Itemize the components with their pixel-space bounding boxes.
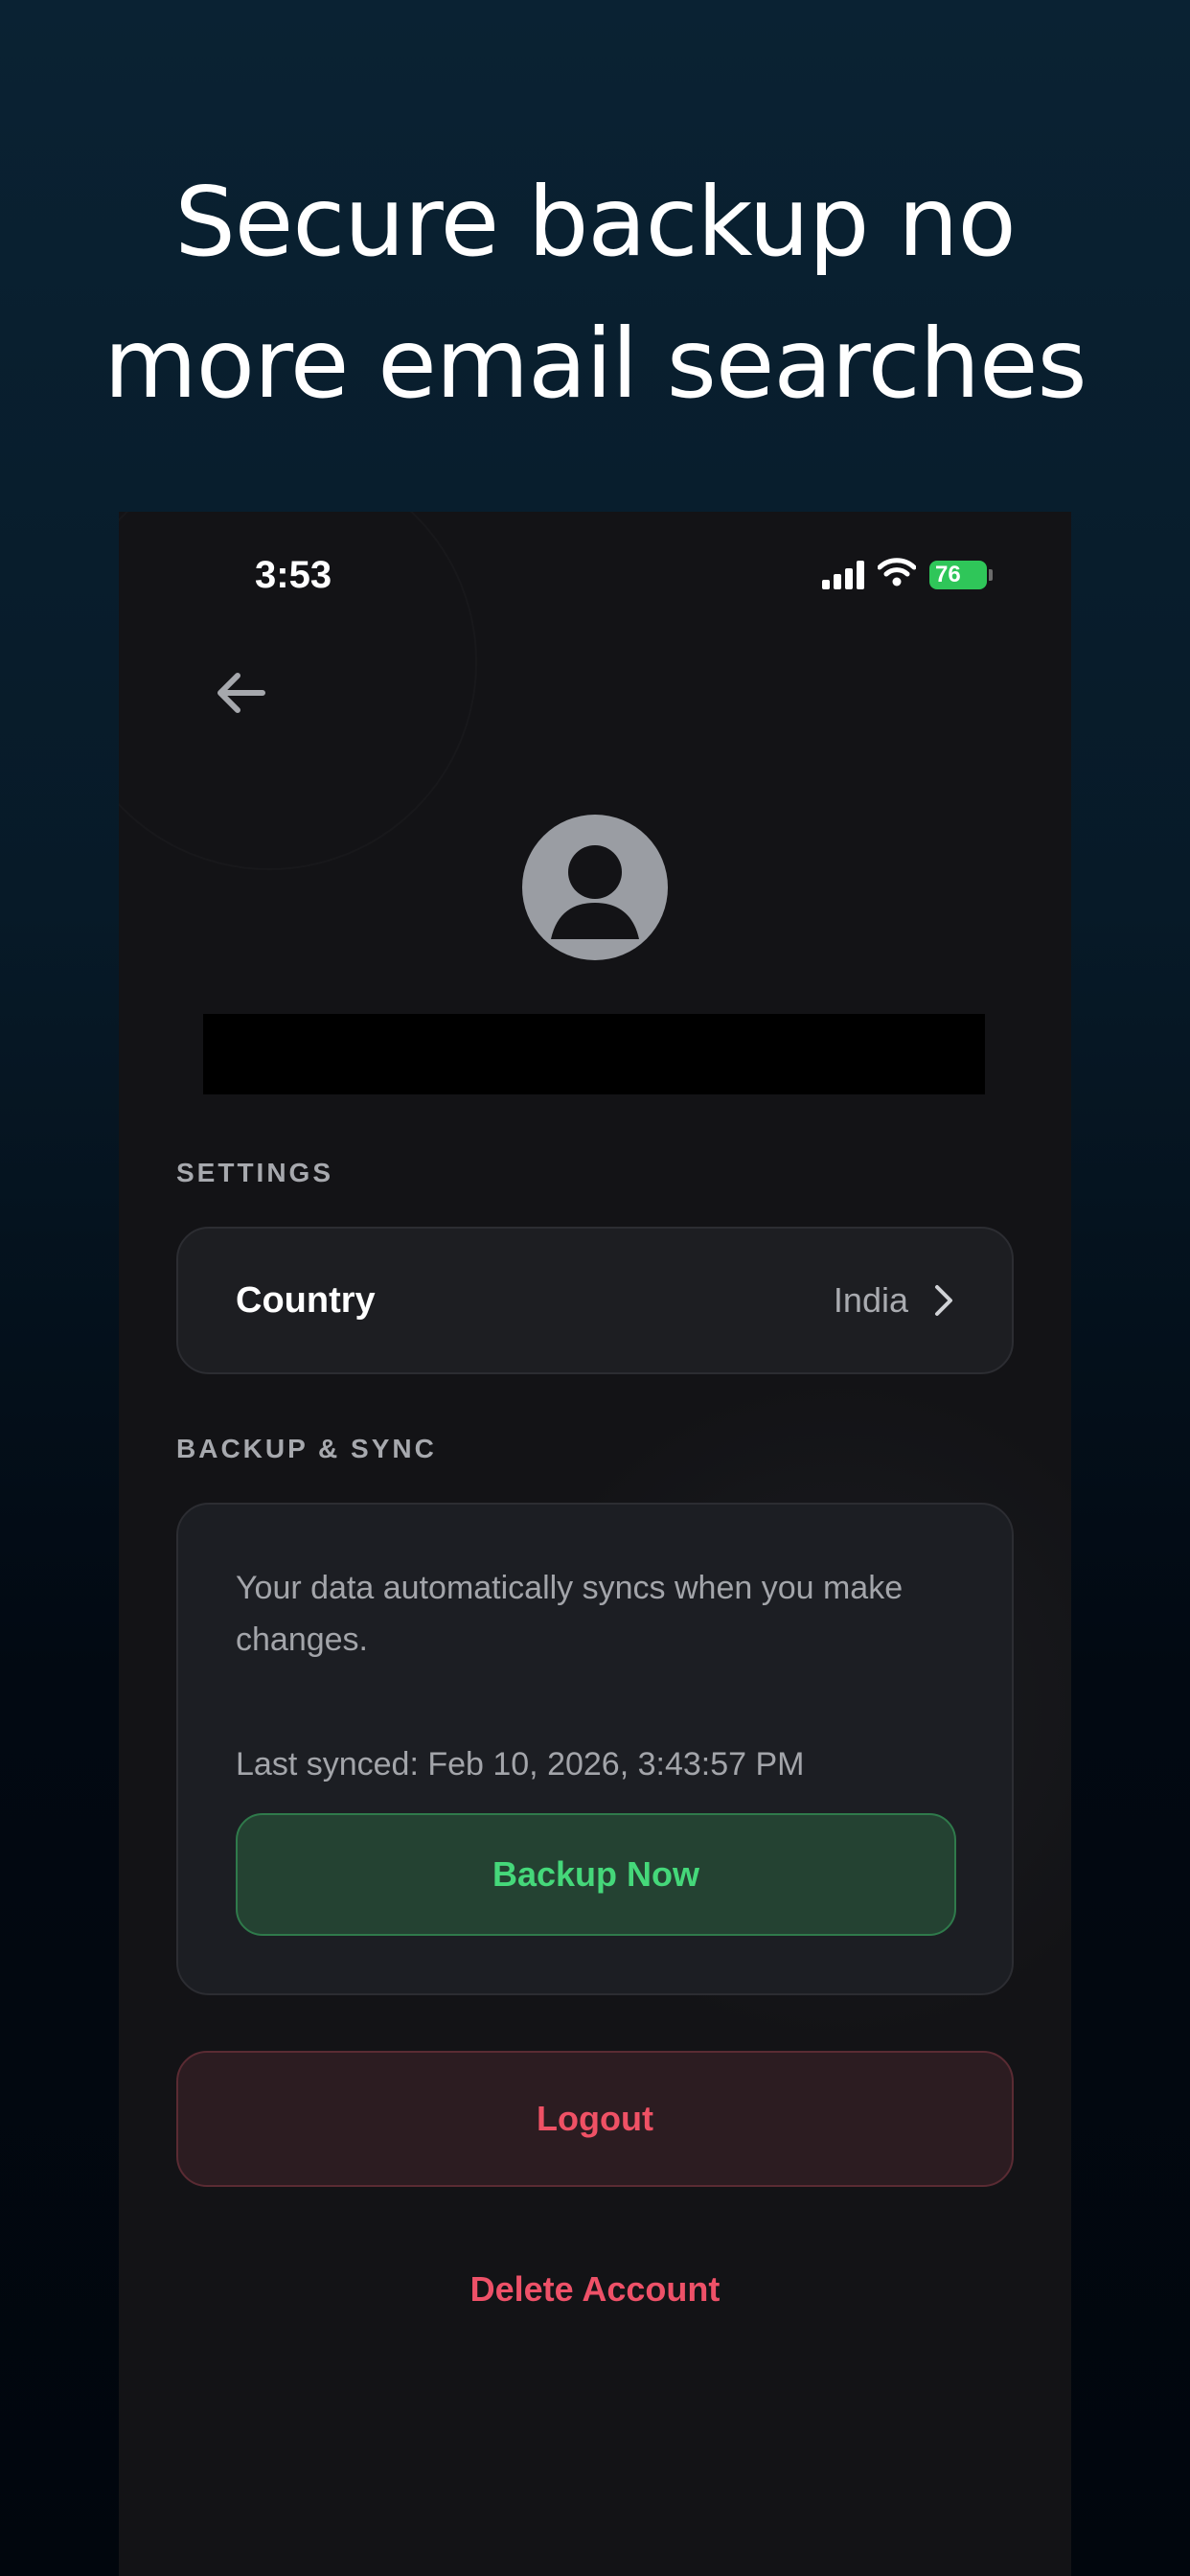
last-synced-text: Last synced: Feb 10, 2026, 3:43:57 PM: [236, 1746, 805, 1782]
signal-icon: [822, 560, 864, 589]
country-value: India: [833, 1280, 908, 1320]
wifi-icon: [877, 558, 917, 591]
battery-level: 76: [935, 561, 961, 587]
backup-now-button[interactable]: Backup Now: [236, 1813, 956, 1936]
backup-card: Your data automatically syncs when you m…: [176, 1503, 1014, 1995]
arrow-left-icon: [217, 673, 265, 713]
logout-button[interactable]: Logout: [176, 2051, 1014, 2187]
country-label: Country: [236, 1279, 376, 1321]
phone-screen: 3:53 76 SETTINGS Country India BACKUP & …: [119, 512, 1071, 2576]
chevron-right-icon: [935, 1285, 952, 1316]
backup-section-label: BACKUP & SYNC: [176, 1434, 437, 1463]
backup-description: Your data automatically syncs when you m…: [236, 1570, 904, 1658]
back-button[interactable]: [207, 659, 274, 726]
status-time: 3:53: [255, 554, 332, 596]
battery-charging-icon: 76: [929, 560, 993, 589]
country-row[interactable]: Country India: [176, 1227, 1014, 1374]
headline: Secure backup no more email searches: [0, 151, 1190, 435]
status-icons: 76: [822, 558, 993, 591]
delete-account-button[interactable]: Delete Account: [119, 2269, 1071, 2310]
headline-line-2: more email searches: [103, 308, 1087, 420]
user-avatar-icon: [522, 815, 668, 960]
headline-line-1: Secure backup no: [174, 166, 1016, 278]
settings-section-label: SETTINGS: [176, 1158, 334, 1187]
redacted-user-name: [203, 1014, 985, 1094]
